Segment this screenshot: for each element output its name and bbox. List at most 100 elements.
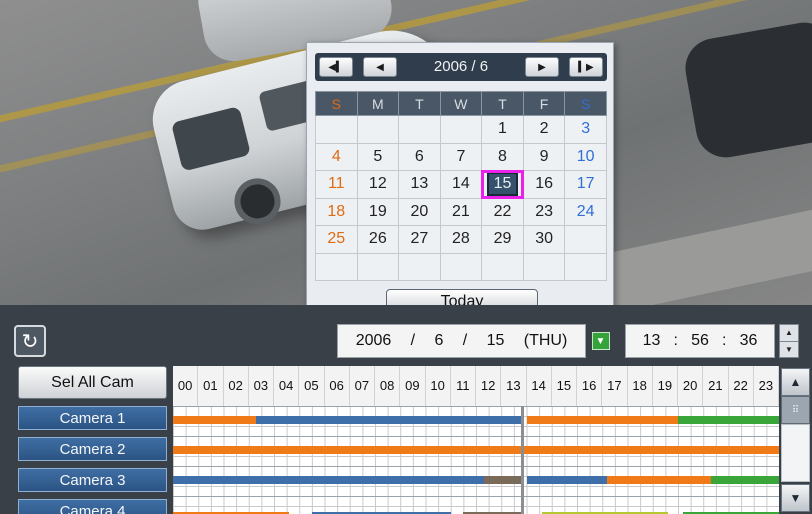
hour-label: 05: [299, 366, 325, 406]
recording-segment[interactable]: [710, 476, 779, 484]
calendar-day[interactable]: 16: [522, 170, 566, 199]
camera-button[interactable]: Camera 2: [18, 437, 167, 461]
hour-label: 18: [628, 366, 653, 406]
calendar-day[interactable]: 7: [439, 142, 483, 171]
calendar-day[interactable]: 8: [481, 142, 524, 171]
recording-segment[interactable]: [256, 416, 522, 424]
calendar-day[interactable]: 6: [398, 142, 441, 171]
hour-label: 14: [527, 366, 552, 406]
spin-down-icon[interactable]: ▼: [780, 340, 798, 358]
scroll-track[interactable]: [781, 424, 810, 482]
calendar-day[interactable]: 27: [398, 225, 441, 254]
camera-timeline-row[interactable]: [173, 436, 779, 466]
date-field[interactable]: 2006 / 6 / 15 (THU): [337, 324, 586, 358]
calendar-empty-cell: [439, 115, 483, 144]
calendar-day[interactable]: 9: [522, 142, 566, 171]
recording-segment[interactable]: [173, 476, 484, 484]
date-weekday: (THU): [523, 332, 568, 349]
recording-segment[interactable]: [607, 476, 711, 484]
calendar-day[interactable]: 19: [356, 197, 400, 226]
hour-label: 21: [703, 366, 729, 406]
date-month: 6: [434, 332, 444, 349]
calendar-day[interactable]: 11: [315, 170, 358, 199]
recording-segment[interactable]: [678, 416, 779, 424]
scroll-thumb[interactable]: ⠿: [781, 396, 810, 424]
calendar-grid: SMTWTFS 1 2 3 4 5 6 7 8 9 10 11 12 13 14 15 16 17 18 19 20 2…: [315, 91, 607, 281]
recording-segment[interactable]: [173, 416, 257, 424]
scroll-down-icon[interactable]: ▼: [781, 484, 810, 512]
time-field[interactable]: 13 : 56 : 36: [625, 324, 775, 358]
camera-timeline-row[interactable]: [173, 406, 779, 436]
calendar-empty-cell: [315, 252, 358, 281]
date-day: 15: [486, 332, 505, 349]
next-month-button[interactable]: ▶: [525, 57, 559, 77]
weekday-header: S: [564, 91, 607, 116]
calendar-day[interactable]: 13: [398, 170, 441, 199]
time-spinner[interactable]: ▲ ▼: [779, 324, 799, 358]
calendar-popup: ◀▍ ◀ 2006 / 6 ▶ ▍▶ SMTWTFS 1 2 3 4 5 6 7 8 9 10 11…: [306, 42, 614, 320]
hour-header: 00 01 02 03 04 05 06 07 08 09 10 11 12 13 14 15 16 17 18 19…: [173, 366, 779, 406]
calendar-day[interactable]: 10: [564, 142, 607, 171]
time-cursor[interactable]: [521, 406, 524, 514]
calendar-day[interactable]: 17: [564, 170, 607, 199]
first-month-button[interactable]: ◀▍: [319, 57, 353, 77]
timeline-chart[interactable]: 00 01 02 03 04 05 06 07 08 09 10 11 12 13 14 15 16 17 18 19…: [173, 366, 779, 514]
weekday-header: W: [439, 91, 483, 116]
hour-label: 10: [426, 366, 451, 406]
last-month-button[interactable]: ▍▶: [569, 57, 603, 77]
camera-timeline-row[interactable]: [173, 496, 779, 514]
calendar-day[interactable]: 18: [315, 197, 358, 226]
chevron-down-icon: ▼: [591, 332, 610, 350]
time-separator: :: [722, 332, 727, 349]
calendar-day[interactable]: 26: [356, 225, 400, 254]
camera-timeline-row[interactable]: [173, 466, 779, 496]
camera-button[interactable]: Camera 4: [18, 499, 167, 514]
calendar-day[interactable]: 23: [522, 197, 566, 226]
calendar-day[interactable]: 5: [356, 142, 400, 171]
calendar-day[interactable]: 30: [522, 225, 566, 254]
calendar-day[interactable]: 21: [439, 197, 483, 226]
recording-segment[interactable]: [173, 446, 779, 454]
calendar-empty-cell: [356, 115, 400, 144]
hour-label: 20: [678, 366, 704, 406]
calendar-day[interactable]: 24: [564, 197, 607, 226]
timeline-scrollbar[interactable]: ▲ ⠿ ▼: [779, 366, 812, 514]
calendar-day[interactable]: 3: [564, 115, 607, 144]
calendar-day[interactable]: 29: [481, 225, 524, 254]
calendar-empty-cell: [439, 252, 483, 281]
recording-segment[interactable]: [483, 476, 522, 484]
calendar-day[interactable]: 14: [439, 170, 483, 199]
select-all-cameras-button[interactable]: Sel All Cam: [18, 366, 167, 399]
calendar-day[interactable]: 2: [522, 115, 566, 144]
camera-button[interactable]: Camera 1: [18, 406, 167, 430]
hour-label: 09: [400, 366, 426, 406]
calendar-day[interactable]: 12: [356, 170, 400, 199]
calendar-empty-cell: [315, 115, 358, 144]
hour-label: 01: [198, 366, 224, 406]
hour-label: 13: [501, 366, 527, 406]
refresh-icon[interactable]: ↻: [14, 325, 46, 357]
calendar-day[interactable]: 25: [315, 225, 358, 254]
calendar-empty-cell: [356, 252, 400, 281]
calendar-day[interactable]: 1: [481, 115, 524, 144]
recording-segment[interactable]: [526, 476, 608, 484]
hour-label: 07: [350, 366, 375, 406]
date-dropdown-button[interactable]: ▼: [589, 324, 612, 358]
calendar-day[interactable]: 28: [439, 225, 483, 254]
time-separator: :: [673, 332, 678, 349]
prev-month-button[interactable]: ◀: [363, 57, 397, 77]
calendar-day[interactable]: 15: [480, 169, 525, 199]
spin-up-icon[interactable]: ▲: [780, 325, 798, 341]
calendar-month-title: 2006 / 6: [433, 58, 489, 75]
hour-label: 03: [249, 366, 274, 406]
hour-label: 11: [451, 366, 476, 406]
calendar-day[interactable]: 20: [398, 197, 441, 226]
calendar-empty-cell: [398, 252, 441, 281]
calendar-day[interactable]: 4: [315, 142, 358, 171]
camera-button[interactable]: Camera 3: [18, 468, 167, 492]
calendar-empty-cell: [564, 252, 607, 281]
recording-segment[interactable]: [526, 416, 678, 424]
time-minute: 56: [691, 332, 709, 349]
scroll-up-icon[interactable]: ▲: [781, 368, 810, 396]
calendar-day[interactable]: 22: [481, 197, 524, 226]
